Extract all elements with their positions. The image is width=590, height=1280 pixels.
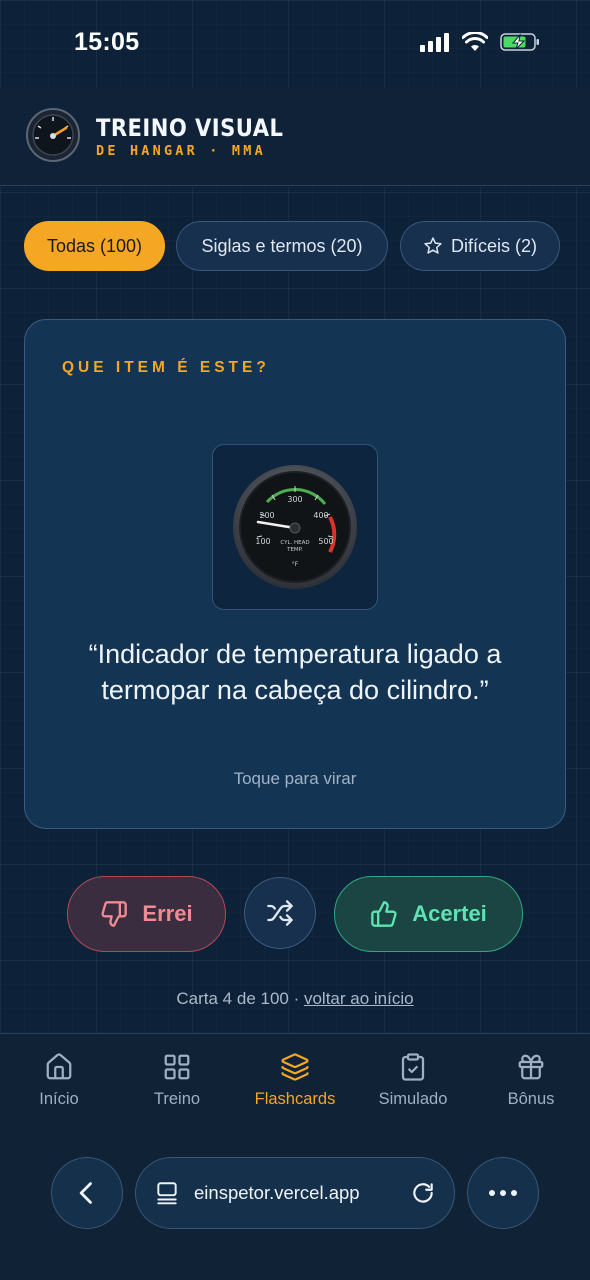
page-tabs-icon [157,1182,177,1205]
progress-text: Carta 4 de 100 · [176,989,304,1008]
filter-chip-label: Siglas e termos (20) [201,235,363,256]
thumbs-down-icon [101,901,128,927]
nav-item-label: Início [39,1090,79,1108]
nav-item-label: Simulado [378,1090,448,1108]
nav-item-flashcards[interactable]: Flashcards [236,1052,354,1109]
filter-chip-label: Todas (100) [46,235,143,256]
gauge-caption-line2: TEMP. [286,547,303,553]
gauge-tick-200: 200 [259,511,274,520]
brand-subtitle: DE HANGAR · MMA [96,143,266,159]
nav-item-label: Bônus [507,1090,555,1108]
nav-item-inicio[interactable]: Início [0,1052,118,1109]
thumbs-up-icon [371,901,397,927]
nav-item-label: Flashcards [254,1090,336,1108]
grid-icon [164,1054,190,1080]
layers-icon [281,1053,309,1081]
browser-url-bar[interactable]: einspetor.vercel.app [135,1157,455,1229]
right-button-label: Acertei [412,901,487,926]
card-progress: Carta 4 de 100 · voltar ao início [0,989,590,1009]
filter-chip-difficult[interactable]: Difíceis (2) [400,221,560,271]
chevron-left-icon [79,1182,92,1204]
gauge-tick-300: 300 [287,495,302,504]
flashcard-prompt-label: QUE ITEM É ESTE? [62,359,270,376]
logo-gauge-icon [26,108,80,162]
gauge-tick-500: 500 [318,537,333,546]
more-dots-icon [489,1190,517,1196]
back-to-start-link[interactable]: voltar ao início [304,989,414,1008]
browser-url-text: einspetor.vercel.app [194,1182,360,1203]
gauge-tick-100: 100 [255,537,270,546]
gauge-unit: °F [292,561,299,568]
cylinder-head-temp-gauge-icon: 300 200 400 100 500 CYL. HEAD TEMP. °F [233,465,357,589]
status-icons [420,32,540,52]
flashcard-quote: “Indicador de temperatura ligado a termo… [88,639,502,705]
shuffle-button[interactable] [244,877,316,949]
brand-title: TREINO VISUAL [96,114,284,142]
battery-charging-icon [500,33,539,51]
nav-item-simulado[interactable]: Simulado [354,1052,472,1109]
wifi-icon [462,32,488,51]
gauge-image: 300 200 400 100 500 CYL. HEAD TEMP. °F [212,444,378,610]
clipboard-check-icon [401,1053,425,1081]
nav-item-treino[interactable]: Treino [118,1052,236,1109]
shuffle-icon [267,900,293,926]
status-time: 15:05 [74,28,140,56]
filter-chip-terms[interactable]: Siglas e termos (20) [176,221,388,271]
gauge-tick-400: 400 [313,511,328,520]
reload-icon[interactable] [410,1180,436,1206]
nav-item-bonus[interactable]: Bônus [472,1052,590,1109]
app-header [0,88,590,186]
wrong-button-label: Errei [142,901,193,926]
browser-more-button[interactable] [467,1157,539,1229]
wrong-button[interactable]: Errei [67,876,226,952]
filter-chip-label: Difíceis (2) [450,235,537,256]
right-button[interactable]: Acertei [334,876,523,952]
flip-hint: Toque para virar [233,769,357,788]
home-icon [46,1053,72,1080]
cellular-signal-icon [420,33,449,52]
star-icon [424,237,442,254]
gauge-caption-line1: CYL. HEAD [280,540,309,546]
gift-icon [518,1054,544,1080]
nav-item-label: Treino [153,1090,201,1108]
browser-back-button[interactable] [51,1157,123,1229]
filter-chip-all[interactable]: Todas (100) [24,221,165,271]
